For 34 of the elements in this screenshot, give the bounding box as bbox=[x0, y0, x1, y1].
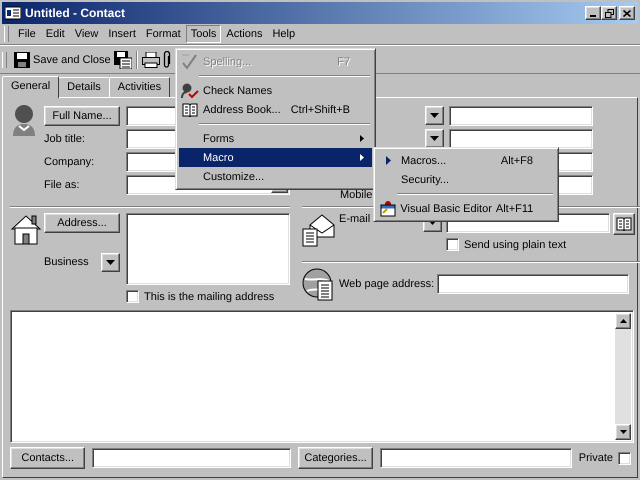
menu-item[interactable]: Help bbox=[267, 25, 300, 43]
address-button[interactable]: Address... bbox=[44, 213, 120, 233]
menu-item[interactable]: Tools bbox=[186, 25, 222, 43]
menu-item[interactable]: Forms bbox=[179, 129, 372, 148]
window-title: Untitled - Contact bbox=[25, 6, 126, 20]
email-label: E-mail bbox=[339, 213, 372, 225]
menu-item[interactable]: Format bbox=[140, 25, 186, 43]
menu-item[interactable]: Macro bbox=[179, 148, 372, 167]
contacts-button[interactable]: Contacts... bbox=[10, 447, 86, 469]
menu-item[interactable]: Security... bbox=[377, 170, 555, 189]
menu-item[interactable]: Customize... bbox=[179, 167, 372, 186]
categories-button[interactable]: Categories... bbox=[298, 447, 374, 469]
tab[interactable]: General bbox=[2, 76, 60, 98]
field-label: Company: bbox=[44, 156, 96, 168]
field-label: Job title: bbox=[44, 132, 86, 144]
menu-item[interactable]: Insert bbox=[103, 25, 141, 43]
menu-item[interactable]: Check Names bbox=[179, 81, 372, 100]
menu-item[interactable]: Address Book... Ctrl+Shift+B bbox=[179, 100, 372, 119]
full-name-button[interactable]: Full Name... bbox=[44, 106, 120, 126]
menu-item[interactable]: Edit bbox=[40, 25, 70, 43]
checkbox-label: Send using plain text bbox=[464, 238, 566, 250]
field-label: File as: bbox=[44, 178, 80, 190]
menu-item[interactable]: Macros... Alt+F8 bbox=[377, 151, 555, 170]
private-label: Private bbox=[578, 452, 614, 464]
checkbox-label: This is the mailing address bbox=[144, 290, 274, 302]
phone-label: Mobile bbox=[340, 189, 374, 201]
address-type-label: Business bbox=[44, 256, 89, 268]
menu-item[interactable]: View bbox=[70, 25, 104, 43]
web-page-label: Web page address: bbox=[339, 278, 434, 290]
menu-item[interactable]: File bbox=[13, 25, 41, 43]
menu-item[interactable]: Visual Basic Editor Alt+F11 bbox=[377, 199, 555, 218]
menu-item[interactable]: Actions bbox=[221, 25, 268, 43]
save-and-close-button[interactable]: Save and Close bbox=[14, 52, 111, 68]
tab[interactable]: Activities bbox=[108, 77, 170, 97]
